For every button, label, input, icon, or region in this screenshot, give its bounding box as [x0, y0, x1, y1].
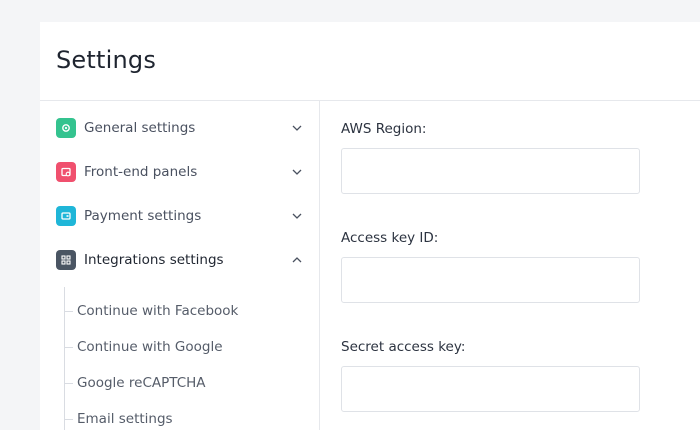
submenu-item-label: Google reCAPTCHA: [77, 375, 206, 391]
page-title: Settings: [56, 46, 157, 74]
integrations-submenu: Continue with Facebook Continue with Goo…: [64, 287, 294, 430]
aws-region-input[interactable]: [341, 148, 640, 194]
submenu-item-facebook[interactable]: Continue with Facebook: [65, 301, 238, 321]
sidebar-item-label: Integrations settings: [84, 252, 224, 268]
chevron-down-icon[interactable]: [290, 165, 304, 179]
page-header: Settings: [40, 22, 700, 101]
secret-access-key-label: Secret access key:: [341, 339, 466, 355]
integrations-icon: [56, 250, 76, 270]
submenu-item-recaptcha[interactable]: Google reCAPTCHA: [65, 373, 206, 393]
submenu-item-label: Continue with Google: [77, 339, 223, 355]
settings-sidebar: General settings Front-end panels Paymen…: [40, 101, 320, 430]
wallet-icon: [56, 206, 76, 226]
aws-region-label: AWS Region:: [341, 121, 427, 137]
sidebar-item-general-settings[interactable]: General settings: [56, 117, 304, 139]
settings-card: Settings General settings Front-end pane…: [40, 22, 700, 430]
chevron-down-icon[interactable]: [290, 121, 304, 135]
settings-form: AWS Region: Access key ID: Secret access…: [321, 101, 700, 430]
tree-connector: [65, 382, 73, 384]
sidebar-item-front-end-panels[interactable]: Front-end panels: [56, 161, 304, 183]
gear-icon: [56, 118, 76, 138]
panel-icon: [56, 162, 76, 182]
submenu-item-google[interactable]: Continue with Google: [65, 337, 223, 357]
access-key-id-label: Access key ID:: [341, 230, 439, 246]
tree-connector: [65, 418, 73, 420]
sidebar-item-label: General settings: [84, 120, 196, 136]
sidebar-item-label: Front-end panels: [84, 164, 198, 180]
sidebar-item-integrations-settings[interactable]: Integrations settings: [56, 249, 304, 271]
tree-connector: [65, 346, 73, 348]
tree-connector: [65, 310, 73, 312]
secret-access-key-input[interactable]: [341, 366, 640, 412]
chevron-up-icon[interactable]: [290, 253, 304, 267]
submenu-item-email-settings[interactable]: Email settings: [65, 409, 173, 429]
sidebar-item-label: Payment settings: [84, 208, 202, 224]
submenu-item-label: Continue with Facebook: [77, 303, 239, 319]
chevron-down-icon[interactable]: [290, 209, 304, 223]
access-key-id-input[interactable]: [341, 257, 640, 303]
sidebar-item-payment-settings[interactable]: Payment settings: [56, 205, 304, 227]
submenu-item-label: Email settings: [77, 411, 173, 427]
